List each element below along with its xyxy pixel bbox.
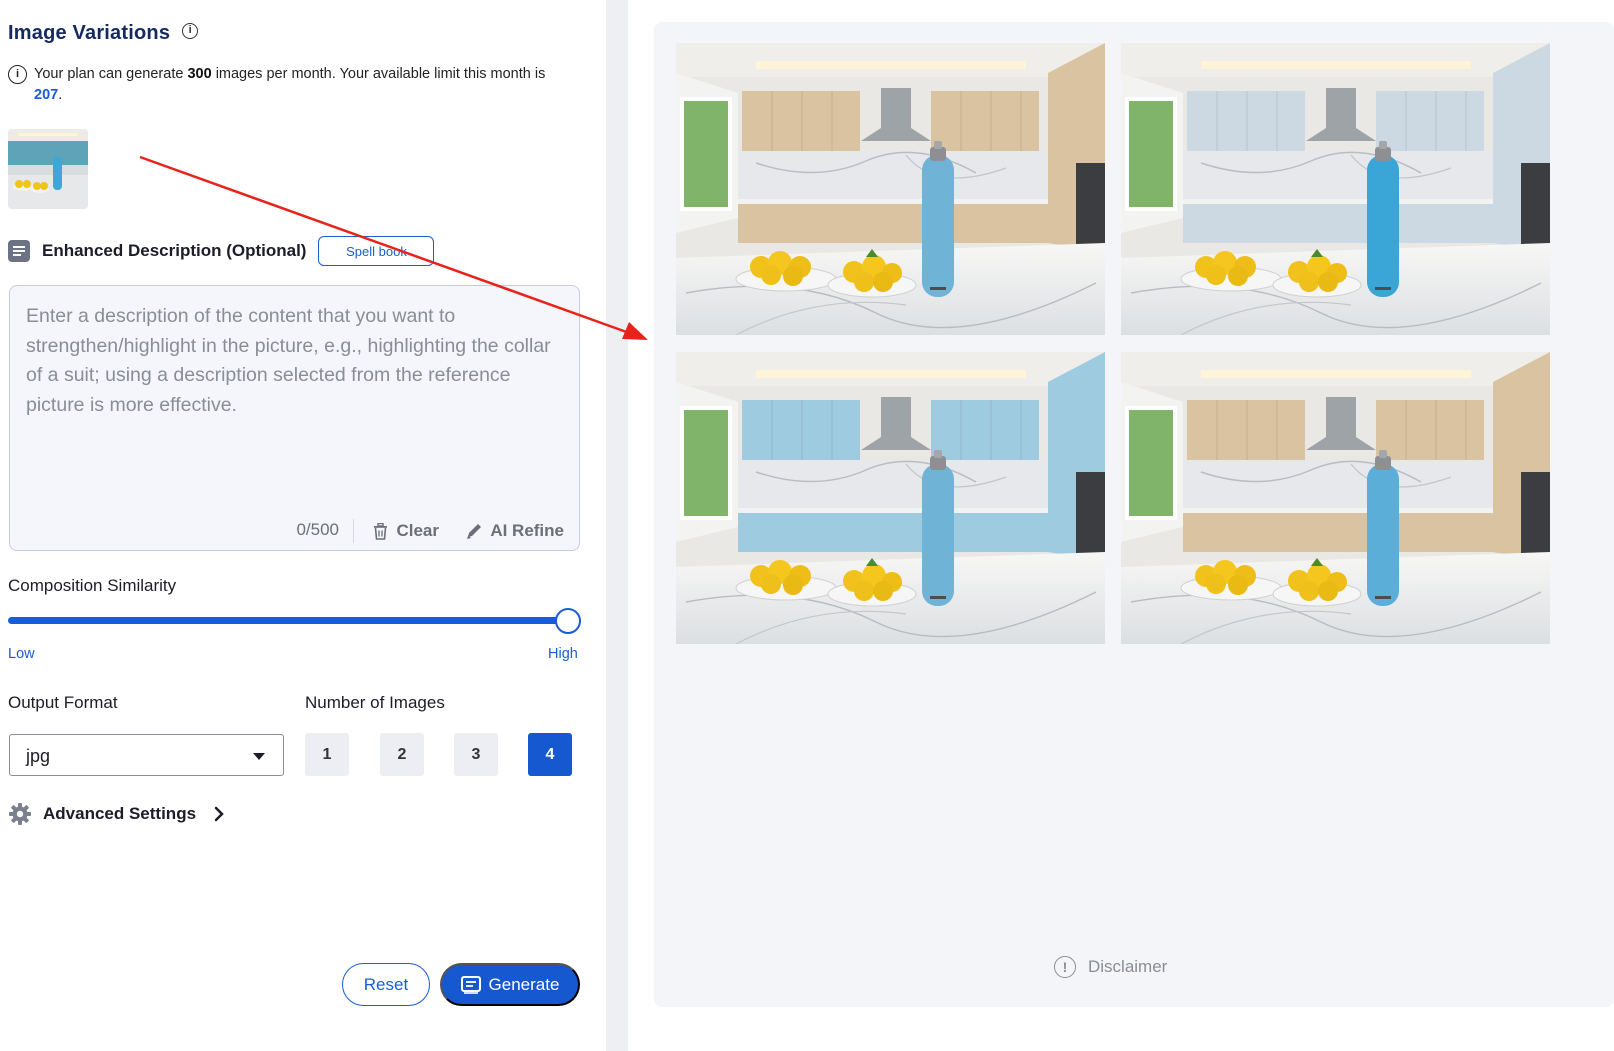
similarity-slider-handle[interactable] [555,608,581,634]
description-placeholder: Enter a description of the content that … [26,305,551,416]
output-format-value: jpg [26,746,51,766]
disclaimer-label: Disclaimer [1088,957,1168,976]
similarity-slider-track[interactable] [8,617,568,624]
title-row: Image Variations i [8,22,199,45]
clear-label: Clear [396,521,439,540]
character-counter: 0/500 [296,520,339,539]
generate-button[interactable]: Generate [440,963,580,1006]
caret-down-icon [253,753,265,760]
panel-divider [606,0,628,1051]
document-icon [8,240,30,262]
description-textarea[interactable]: Enter a description of the content that … [9,285,580,551]
image-count-option-4[interactable]: 4 [528,733,572,776]
description-title: Enhanced Description (Optional) [42,241,307,260]
page-title: Image Variations [8,22,171,44]
similarity-label: Composition Similarity [8,576,177,595]
generated-image-4[interactable] [1121,352,1550,644]
image-count-option-3[interactable]: 3 [454,733,498,776]
info-circle-icon: i [8,65,27,84]
available-limit: 207 [34,87,59,103]
output-format-select[interactable]: jpg [9,734,284,776]
image-count-option-2[interactable]: 2 [380,733,424,776]
toolbar-divider [353,519,354,543]
reset-button[interactable]: Reset [342,963,430,1006]
description-header: Enhanced Description (Optional) Spell bo… [8,236,435,266]
generate-label: Generate [488,974,560,994]
results-panel: ! Disclaimer [654,22,1614,1007]
number-of-images-label: Number of Images [305,693,445,712]
slider-high-label: High [548,646,578,662]
slider-low-label: Low [8,646,35,662]
ai-refine-button[interactable]: AI Refine [465,521,564,541]
monthly-limit: 300 [187,66,212,82]
plan-notice: i Your plan can generate 300 images per … [8,64,568,106]
generate-icon [460,975,481,994]
trash-icon [374,522,388,540]
clear-button[interactable]: Clear [373,521,439,541]
generated-image-3[interactable] [676,352,1105,644]
generated-image-2[interactable] [1121,43,1550,335]
advanced-settings-label: Advanced Settings [43,804,197,823]
generated-image-1[interactable] [676,43,1105,335]
plan-text: Your plan can generate 300 images per mo… [34,66,546,103]
settings-panel: Image Variations i i Your plan can gener… [0,0,606,1051]
exclamation-icon: ! [1054,956,1076,978]
spell-book-button[interactable]: Spell book [318,236,435,266]
pencil-icon [467,524,482,539]
chevron-right-icon [214,806,224,822]
advanced-settings-toggle[interactable]: Advanced Settings [8,802,224,826]
disclaimer-link[interactable]: ! Disclaimer [1054,956,1167,978]
info-icon[interactable]: i [182,22,199,39]
reference-image-thumbnail[interactable] [8,129,88,209]
gear-icon [9,803,31,825]
image-count-option-1[interactable]: 1 [305,733,349,776]
ai-refine-label: AI Refine [490,521,564,540]
output-format-label: Output Format [8,693,118,712]
